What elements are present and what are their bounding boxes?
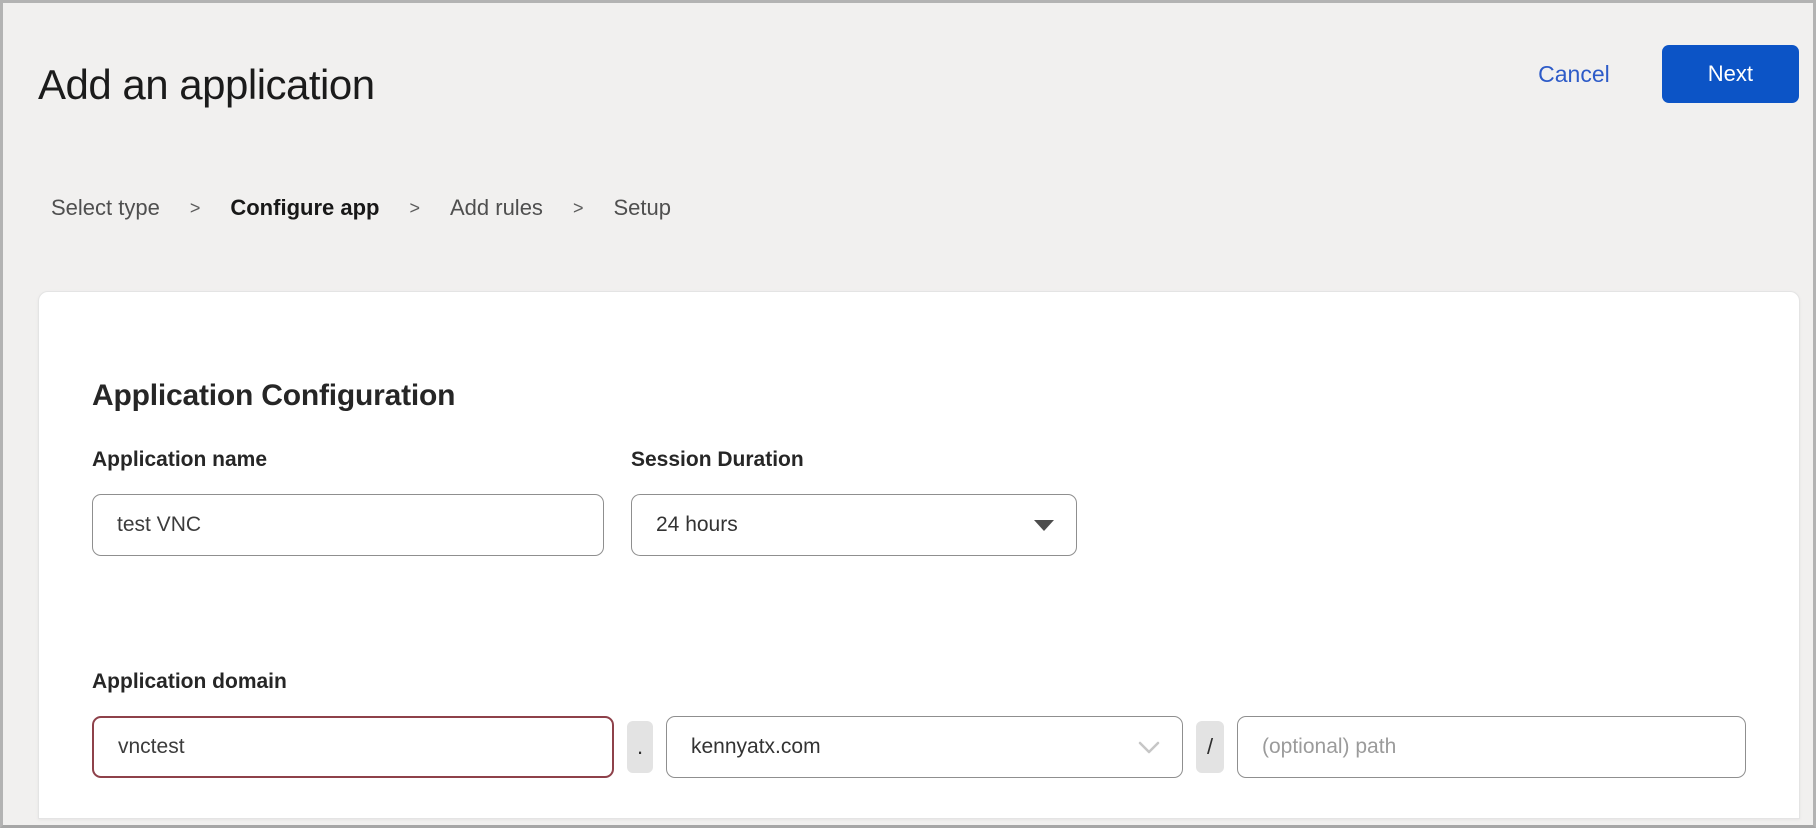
next-button[interactable]: Next [1662,45,1799,103]
application-name-input[interactable] [92,494,604,556]
application-domain-field: Application domain . kennyatx.com / [92,670,1746,778]
breadcrumb-step-setup[interactable]: Setup [613,195,671,221]
slash-separator: / [1196,721,1224,773]
application-domain-label: Application domain [92,670,1746,694]
domain-select-value: kennyatx.com [691,735,821,759]
breadcrumb-separator: > [573,197,584,219]
cancel-button[interactable]: Cancel [1532,60,1616,89]
breadcrumb-separator: > [190,197,201,219]
breadcrumb: Select type > Configure app > Add rules … [51,195,671,221]
application-name-field: Application name [92,448,604,556]
session-duration-field: Session Duration 24 hours [631,448,1077,556]
path-input[interactable] [1237,716,1746,778]
breadcrumb-step-configure-app[interactable]: Configure app [230,195,379,221]
header-actions: Cancel Next [1532,45,1799,103]
breadcrumb-step-add-rules[interactable]: Add rules [450,195,543,221]
dot-separator: . [627,721,653,773]
application-domain-row: . kennyatx.com / [92,716,1746,778]
configuration-card: Application Configuration Application na… [38,291,1800,819]
subdomain-input[interactable] [92,716,614,778]
caret-down-icon [1034,520,1054,531]
section-title: Application Configuration [92,379,455,413]
page-title: Add an application [38,61,375,109]
session-duration-value: 24 hours [656,513,738,537]
session-duration-label: Session Duration [631,448,1077,472]
breadcrumb-step-select-type[interactable]: Select type [51,195,160,221]
breadcrumb-separator: > [409,197,420,219]
domain-select[interactable]: kennyatx.com [666,716,1183,778]
session-duration-select[interactable]: 24 hours [631,494,1077,556]
add-application-page: Add an application Cancel Next Select ty… [0,0,1816,828]
chevron-down-icon [1138,741,1160,754]
application-name-label: Application name [92,448,604,472]
